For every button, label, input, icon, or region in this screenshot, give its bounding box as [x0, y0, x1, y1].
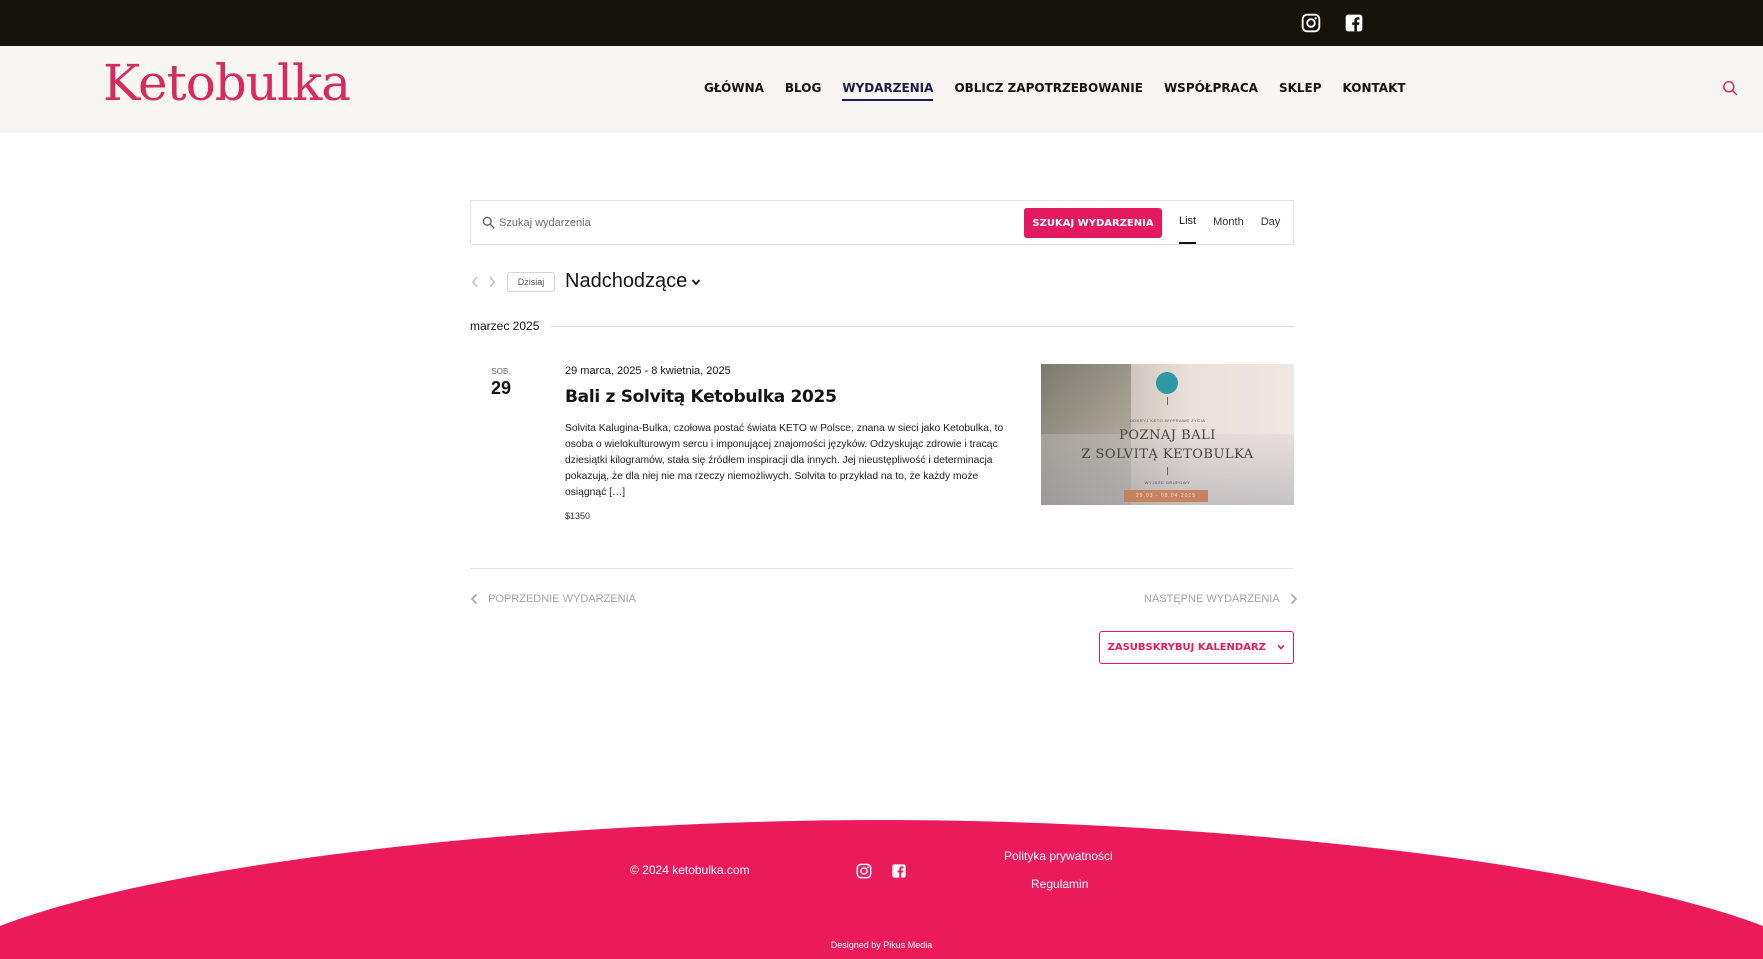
chevron-left-icon [470, 594, 478, 605]
view-month[interactable]: Month [1213, 201, 1244, 244]
search-icon [482, 216, 495, 229]
next-events-link[interactable]: NASTĘPNE WYDARZENIA [1144, 593, 1298, 605]
site-logo[interactable]: Ketobulka [103, 58, 351, 108]
divider [1167, 467, 1168, 475]
top-bar [0, 0, 1763, 46]
nav-item-blog[interactable]: BLOG [785, 81, 821, 101]
nav-item-kontakt[interactable]: KONTAKT [1343, 81, 1406, 101]
image-subtitle: WYJAZD GRUPOWY [1144, 480, 1191, 485]
nav-item-wspolpraca[interactable]: WSPÓŁPRACA [1164, 81, 1258, 101]
footer-copyright: © 2024 ketobulka.com [630, 863, 750, 877]
footer-designed-by[interactable]: Designed by Pikus Media [0, 940, 1763, 950]
logo-badge-icon [1156, 372, 1178, 394]
footer-link-privacy[interactable]: Polityka prywatności [1004, 849, 1113, 863]
date-navigation: Dzisiaj Nadchodzące [470, 270, 870, 294]
site-header: Ketobulka GŁÓWNA BLOG WYDARZENIA OBLICZ … [0, 46, 1763, 133]
event-featured-image[interactable]: ODKRYJ KETO-WYPRAWĘ ŻYCIA POZNAJ BALI Z … [1041, 364, 1294, 505]
previous-events-label: POPRZEDNIE WYDARZENIA [488, 593, 636, 605]
image-heading-2: Z SOLVITĄ KETOBULKA [1081, 447, 1254, 462]
nav-item-oblicz-zapotrzebowanie[interactable]: OBLICZ ZAPOTRZEBOWANIE [954, 81, 1143, 101]
event-weekday: SOB. [491, 367, 511, 376]
event-description: Solvita Kalugina-Bulka, czołowa postać ś… [565, 423, 1004, 498]
today-button[interactable]: Dzisiaj [507, 272, 555, 292]
event-date-tag: SOB. 29 [480, 367, 522, 399]
event-day-number: 29 [490, 378, 512, 398]
main-nav: GŁÓWNA BLOG WYDARZENIA OBLICZ ZAPOTRZEBO… [704, 81, 1427, 101]
divider [1167, 397, 1168, 405]
facebook-icon[interactable] [891, 863, 907, 879]
chevron-down-icon [692, 279, 701, 286]
nav-item-wydarzenia[interactable]: WYDARZENIA [842, 81, 934, 101]
event-title-link[interactable]: Bali z Solvitą Ketobulka 2025 [565, 387, 837, 407]
view-list[interactable]: List [1179, 201, 1197, 244]
subscribe-calendar-button[interactable]: ZASUBSKRYBUJ KALENDARZ [1099, 631, 1294, 664]
footer-link-terms[interactable]: Regulamin [1031, 877, 1088, 891]
date-range-selector[interactable]: Nadchodzące [565, 270, 701, 293]
subscribe-label: ZASUBSKRYBUJ KALENDARZ [1107, 642, 1266, 653]
chevron-down-icon [1277, 644, 1285, 650]
next-events-label: NASTĘPNE WYDARZENIA [1144, 593, 1280, 605]
instagram-icon[interactable] [1301, 13, 1321, 33]
month-separator: marzec 2025 [470, 319, 540, 333]
nav-item-glowna[interactable]: GŁÓWNA [704, 81, 764, 101]
event-price: $1350 [565, 511, 591, 521]
view-switcher: List Month Day [1179, 201, 1297, 244]
footer-background [0, 820, 1763, 959]
events-search-bar: SZUKAJ WYDARZENIA List Month Day [470, 200, 1294, 245]
chevron-right-icon[interactable] [487, 275, 497, 289]
search-events-button[interactable]: SZUKAJ WYDARZENIA [1024, 208, 1162, 238]
chevron-left-icon[interactable] [470, 275, 480, 289]
image-date-pill: 29.03 - 08.04.2025 [1124, 490, 1208, 502]
image-heading-1: POZNAJ BALI [1119, 428, 1216, 443]
instagram-icon[interactable] [856, 863, 872, 879]
divider [470, 568, 1294, 569]
chevron-right-icon [1290, 594, 1297, 605]
events-search-input[interactable] [499, 212, 969, 234]
event-datetime: 29 marca, 2025 - 8 kwietnia, 2025 [565, 365, 731, 377]
nav-item-sklep[interactable]: SKLEP [1279, 81, 1322, 101]
search-icon[interactable] [1722, 80, 1738, 96]
previous-events-link[interactable]: POPRZEDNIE WYDARZENIA [470, 593, 636, 605]
image-tagline: ODKRYJ KETO-WYPRAWĘ ŻYCIA [1129, 418, 1206, 423]
date-range-label: Nadchodzące [565, 270, 688, 292]
divider [551, 326, 1294, 327]
facebook-icon[interactable] [1344, 13, 1364, 33]
view-day[interactable]: Day [1261, 201, 1281, 244]
